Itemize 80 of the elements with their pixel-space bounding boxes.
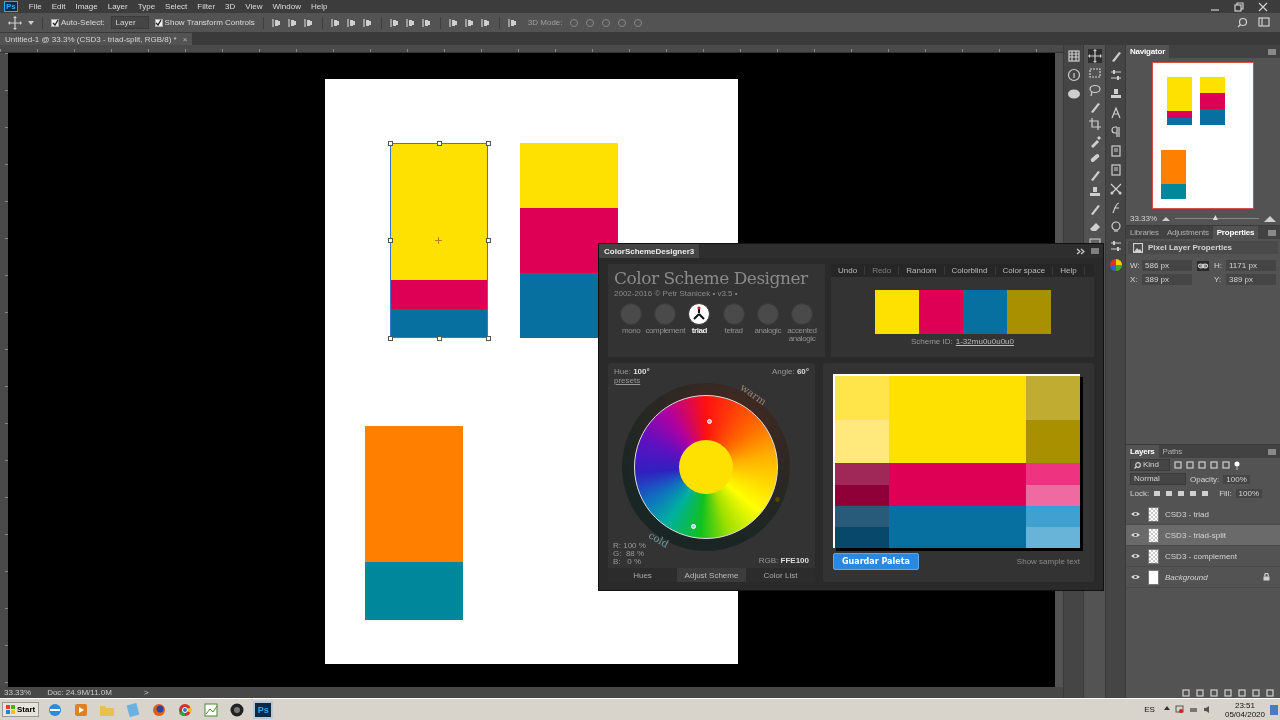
mode-label: 3D Mode: [527,18,563,27]
field-label: Opacity: [1190,474,1220,484]
scheme-label[interactable]: analogic [754,327,782,335]
save-palette-button[interactable]: Guardar Paleta [833,553,919,570]
field-label: X: [1130,275,1139,284]
panel-tab[interactable]: Libraries [1126,226,1163,239]
panel-tab[interactable]: ColorSchemeDesigner3 [599,244,700,258]
scheme-id-link[interactable]: 1-32mu0u0u0u0 [955,337,1015,346]
tab[interactable]: Adjust Scheme [677,568,746,582]
menu-link[interactable]: Undo [831,266,866,275]
field-label: Y: [1214,275,1223,284]
zoom-readout: 33.33% [1130,214,1158,223]
zoom-readout: 33.33% [4,688,32,697]
taskbar-app[interactable]: Ps [253,700,274,719]
opacity-field[interactable]: 100% [1223,474,1250,484]
blend-mode-dropdown[interactable]: Normal [1130,473,1186,485]
menu-link[interactable]: Color space [995,266,1054,275]
scheme-label[interactable]: accented analogic [784,327,820,343]
menu-item[interactable]: Edit [46,2,71,11]
app-logo[interactable]: Ps [4,1,18,12]
scheme-id-label: Scheme ID: [910,337,953,346]
input-field[interactable]: 1171 px [1226,260,1276,271]
menu-item[interactable]: Window [267,2,306,11]
cold-label: cold [646,529,671,550]
auto-select-option[interactable]: Auto-Select: [51,18,105,27]
language-indicator[interactable]: ES [1144,705,1155,714]
hue-readout: Hue: 100° [614,367,650,376]
close-button[interactable]: × [182,34,188,44]
presets-link[interactable]: presets [614,376,641,385]
input-field[interactable]: 389 px [1226,274,1276,285]
field-label: Fill: [1219,488,1232,498]
tab[interactable]: Hues [608,568,677,582]
menu-item[interactable]: Type [132,2,161,11]
menu-item[interactable]: Select [160,2,193,11]
layer-row[interactable]: CSD3 - triad-split [1126,525,1280,546]
credits-text: 2002-2016 © Petr Stanicek • v3.5 • [614,289,739,298]
fill-field[interactable]: 100% [1235,488,1263,498]
scheme-label[interactable]: tetrad [724,327,743,335]
panel-tab[interactable]: Properties [1212,226,1259,239]
panel-heading: Pixel Layer Properties [1148,243,1233,252]
menu-item[interactable]: View [240,2,268,11]
menu-item[interactable]: Help [306,2,333,11]
target-dropdown[interactable]: Layer [110,16,149,29]
field-label: H: [1214,261,1223,270]
menu-item[interactable]: Filter [192,2,221,11]
panel-tab[interactable]: Adjustments [1162,226,1213,239]
color-value: G: 88 % [613,550,646,558]
document-tab[interactable]: Untitled-1 @ 33.3% (CSD3 - triad-split, RGB/8) * × [0,33,193,45]
panel-tab[interactable]: Layers [1126,445,1159,458]
color-value: B: 0 % [613,558,642,566]
scheme-label[interactable]: triad [691,327,708,335]
input-field[interactable]: 389 px [1142,274,1192,285]
menu-item[interactable]: File [23,2,47,11]
rgb-readout: RGB: FFE100 [758,556,809,565]
clock-time: 23:51 [1234,700,1255,710]
document-size: Doc: 24.9M/11.0M [47,688,112,697]
menu-item[interactable]: Layer [102,2,133,11]
transform-controls-option[interactable]: Show Transform Controls [154,18,255,27]
clock-date: 05/04/2020 [1224,709,1265,719]
filter-dropdown[interactable]: Kind [1130,459,1170,471]
menu-item[interactable]: Image [70,2,103,11]
layer-row[interactable]: Background [1126,567,1280,588]
status-menu-arrow[interactable]: > [143,688,149,697]
menu-item[interactable]: 3D [220,2,241,11]
menu-link[interactable]: Colorblind [944,266,996,275]
menu-link[interactable]: Random [899,266,945,275]
panel-tab[interactable]: Paths [1158,445,1187,458]
sample-text-link[interactable]: Show sample text [1016,557,1080,566]
tab[interactable]: Color List [746,568,815,582]
scheme-label[interactable]: mono [621,327,641,335]
scheme-label[interactable]: complement [645,327,686,335]
field-label: W: [1130,261,1139,270]
angle-readout: Angle: 60° [772,367,809,376]
panel-tab[interactable]: Navigator [1126,45,1170,58]
start-button[interactable]: Start [2,702,40,717]
menu-link[interactable]: Help [1053,266,1085,275]
app-title: Color Scheme Designer [614,268,809,288]
layer-row[interactable]: CSD3 - complement [1126,546,1280,567]
field-label: Lock: [1130,488,1150,498]
input-field[interactable]: 586 px [1142,260,1192,271]
